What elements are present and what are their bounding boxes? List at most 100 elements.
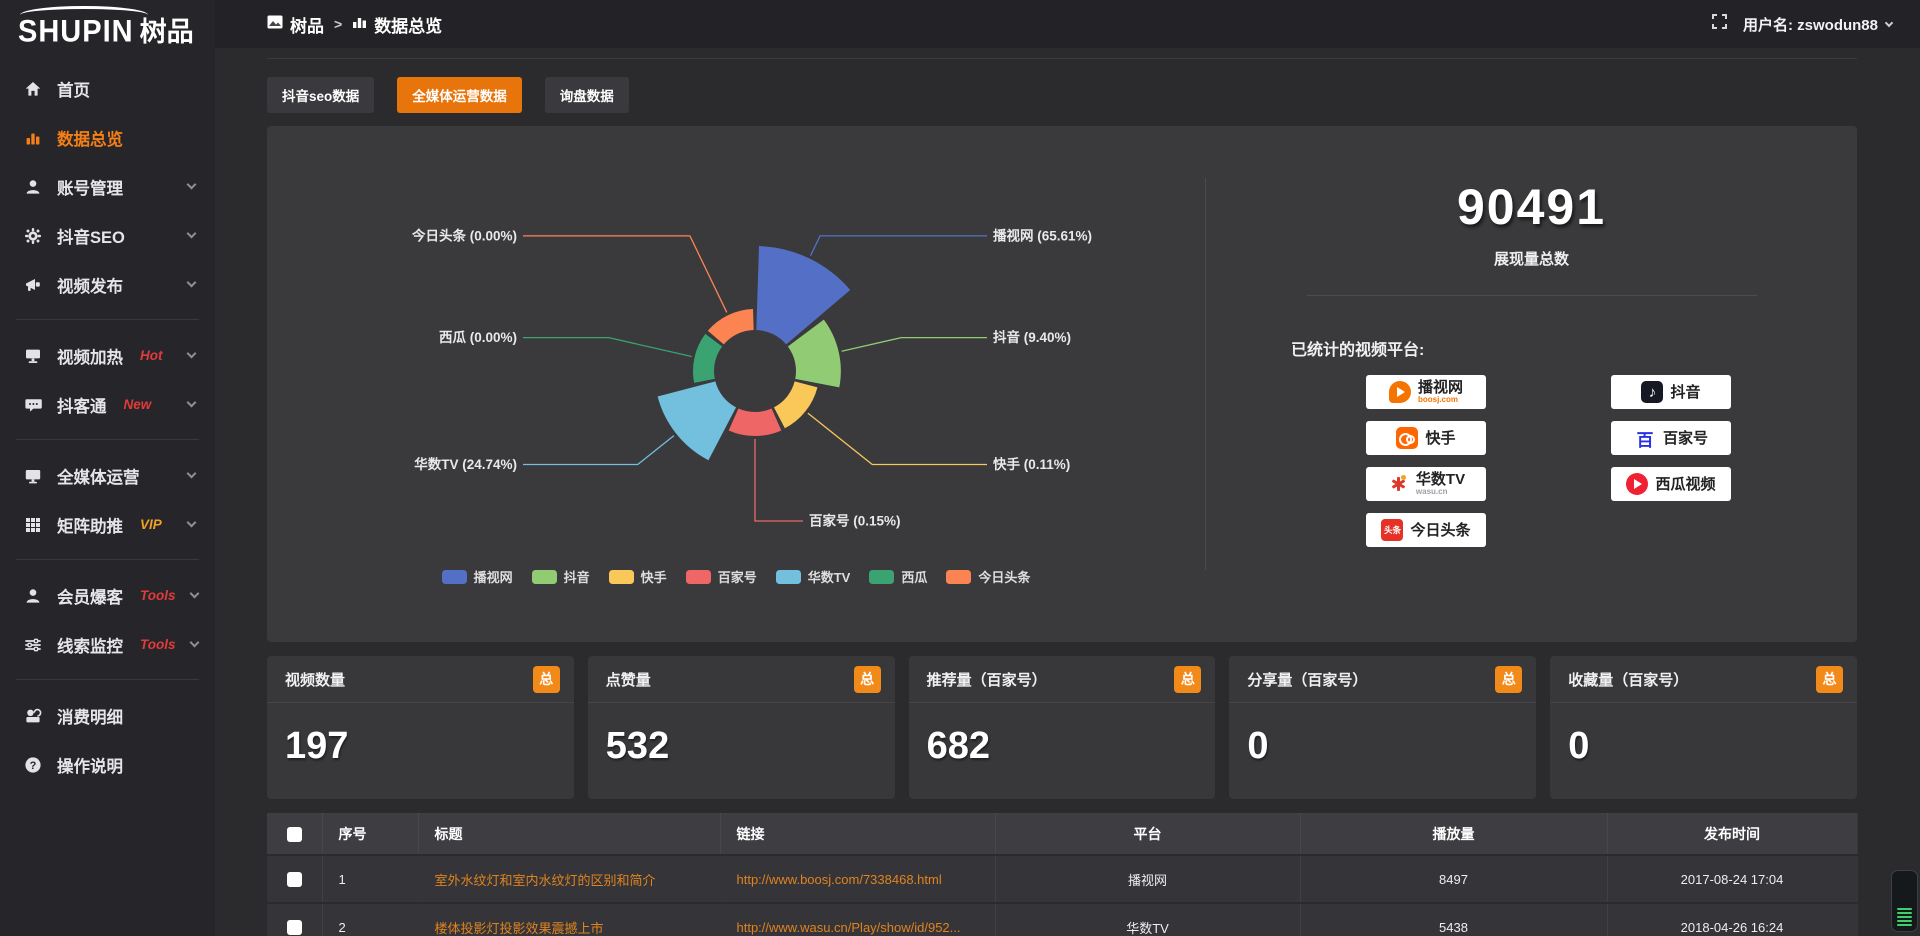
chevron-down-icon [187, 398, 197, 408]
sidebar-item-account-mgmt[interactable]: 账号管理 [0, 162, 215, 211]
legend-label: 西瓜 [901, 567, 927, 586]
boosj-logo-icon [1389, 381, 1411, 403]
stat-card-shares: 分享量（百家号）总 0 [1229, 656, 1536, 799]
sidebar-item-member-leads[interactable]: 会员爆客 Tools [0, 571, 215, 620]
stat-label: 点赞量 [606, 669, 651, 690]
sidebar-nav: 首页 数据总览 账号管理 抖音SEO 视频发布 [0, 64, 215, 789]
tab-omni-media-data[interactable]: 全媒体运营数据 [397, 77, 522, 113]
stat-card-favorites: 收藏量（百家号）总 0 [1550, 656, 1857, 799]
pie-slice-6[interactable] [708, 309, 754, 344]
sidebar-item-video-heat[interactable]: 视频加热 Hot [0, 331, 215, 380]
row-checkbox[interactable] [287, 872, 302, 887]
stat-card-recommends: 推荐量（百家号）总 682 [909, 656, 1216, 799]
cell-title[interactable]: 楼体投影灯投影效果震撼上市 [418, 903, 720, 936]
cell-link[interactable]: http://www.boosj.com/7338468.html [720, 855, 995, 903]
photo-icon [267, 14, 283, 34]
hot-badge: Hot [140, 348, 163, 363]
sidebar-item-douyin-seo[interactable]: 抖音SEO [0, 211, 215, 260]
legend-item-4[interactable]: 华数TV [776, 567, 851, 586]
sidebar-item-doketong[interactable]: 抖客通 New [0, 380, 215, 429]
douyin-logo-icon: ♪ [1641, 381, 1663, 403]
sidebar-item-label: 线索监控 [57, 633, 123, 657]
legend-item-2[interactable]: 快手 [609, 567, 667, 586]
breadcrumb-current[interactable]: 数据总览 [352, 12, 442, 37]
col-header-time: 发布时间 [1607, 813, 1857, 855]
col-header-index: 序号 [322, 813, 418, 855]
stat-value: 0 [1550, 703, 1857, 768]
legend-item-5[interactable]: 西瓜 [869, 567, 927, 586]
tab-douyin-seo-data[interactable]: 抖音seo数据 [267, 77, 374, 113]
legend-item-0[interactable]: 播视网 [442, 567, 513, 586]
vip-badge: VIP [140, 517, 162, 532]
table-row: 1室外水纹灯和室内水纹灯的区别和简介http://www.boosj.com/7… [267, 855, 1857, 903]
col-header-title: 标题 [418, 813, 720, 855]
pie-label: 抖音 (9.40%) [993, 329, 1071, 345]
legend-item-3[interactable]: 百家号 [686, 567, 757, 586]
cell-link[interactable]: http://www.wasu.cn/Play/show/id/952... [720, 903, 995, 936]
row-checkbox[interactable] [287, 920, 302, 935]
legend-swatch [869, 570, 894, 584]
sidebar-item-help[interactable]: ? 操作说明 [0, 740, 215, 789]
legend-item-1[interactable]: 抖音 [532, 567, 590, 586]
table-row: 2楼体投影灯投影效果震撼上市http://www.wasu.cn/Play/sh… [267, 903, 1857, 936]
baijiahao-logo-icon: 百 [1634, 427, 1656, 449]
chart-panel: 播视网 (65.61%)抖音 (9.40%)快手 (0.11%)百家号 (0.1… [267, 126, 1857, 642]
cell-plays: 5438 [1300, 903, 1607, 936]
platform-name: 西瓜视频 [1655, 477, 1715, 492]
col-header-platform: 平台 [995, 813, 1300, 855]
sidebar-item-omni-media[interactable]: 全媒体运营 [0, 451, 215, 500]
content: 抖音seo数据 全媒体运营数据 询盘数据 播视网 (65.61%) 抖音 (9.4… [215, 48, 1920, 936]
legend-label: 快手 [641, 567, 667, 586]
stat-card-videos: 视频数量总 197 [267, 656, 574, 799]
pie-slice-5[interactable] [693, 334, 722, 383]
pie-label: 播视网 (65.61%) [993, 227, 1092, 243]
cell-platform: 播视网 [995, 855, 1300, 903]
platform-chip-baijiahao: 百 百家号 [1611, 421, 1731, 455]
sidebar-item-label: 消费明细 [57, 704, 123, 728]
header-rule [267, 58, 1857, 59]
logo-suffix-text: 树品 [140, 17, 194, 47]
rose-chart-area: 播视网 (65.61%)抖音 (9.40%)快手 (0.11%)百家号 (0.1… [267, 126, 1205, 642]
tab-inquiry-data[interactable]: 询盘数据 [545, 77, 629, 113]
platform-name: 抖音 [1670, 385, 1700, 400]
pie-slice-2[interactable] [774, 381, 818, 428]
select-all-checkbox[interactable] [287, 827, 302, 842]
chevron-down-icon [187, 180, 197, 190]
legend-item-6[interactable]: 今日头条 [946, 567, 1030, 586]
pie-slice-3[interactable] [729, 408, 782, 436]
topbar-right: 用户名: zswodun88 [1712, 14, 1892, 35]
brand-logo[interactable]: SHUPIN树品 [0, 0, 215, 64]
fullscreen-icon[interactable] [1712, 14, 1727, 34]
chat-bubble-icon [24, 396, 42, 414]
new-badge: New [124, 397, 152, 412]
user-menu[interactable]: 用户名: zswodun88 [1743, 14, 1892, 35]
platform-chip-kuaishou: 快手 [1366, 421, 1486, 455]
pie-slice-4[interactable] [658, 381, 736, 460]
total-badge: 总 [1816, 666, 1843, 693]
gear-icon [24, 227, 42, 245]
legend-swatch [442, 570, 467, 584]
platforms-heading: 已统计的视频平台: [1291, 336, 1857, 360]
summary-section: 90491 展现量总数 已统计的视频平台: 播视网boosj.com [1206, 126, 1857, 642]
breadcrumb-root[interactable]: 树品 [267, 12, 324, 37]
legend-label: 播视网 [474, 567, 513, 586]
col-header-plays: 播放量 [1300, 813, 1607, 855]
chevron-down-icon [187, 349, 197, 359]
floating-widget[interactable] [1891, 870, 1918, 932]
sidebar-item-data-overview[interactable]: 数据总览 [0, 113, 215, 162]
sidebar-item-home[interactable]: 首页 [0, 64, 215, 113]
select-all-cell [267, 813, 322, 855]
sidebar-item-matrix-boost[interactable]: 矩阵助推 VIP [0, 500, 215, 549]
sidebar-item-label: 视频发布 [57, 273, 123, 297]
pie-slice-0[interactable] [756, 246, 850, 344]
stat-label: 分享量（百家号） [1247, 669, 1367, 690]
sidebar-item-spend-detail[interactable]: 消费明细 [0, 691, 215, 740]
breadcrumb-label: 树品 [290, 12, 324, 37]
cell-title[interactable]: 室外水纹灯和室内水纹灯的区别和简介 [418, 855, 720, 903]
total-impressions-value: 90491 [1206, 178, 1857, 236]
sidebar-item-video-publish[interactable]: 视频发布 [0, 260, 215, 309]
legend-swatch [776, 570, 801, 584]
chip-column-left: 播视网boosj.com 快手 华数TVwasu.cn [1366, 375, 1486, 547]
monitor-icon [24, 467, 42, 485]
sidebar-item-lead-monitor[interactable]: 线索监控 Tools [0, 620, 215, 669]
